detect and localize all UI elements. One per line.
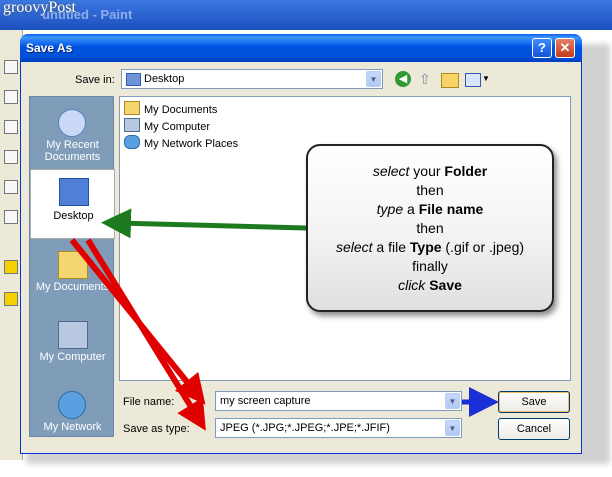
instruction-callout: select your Folder then type a File name… bbox=[306, 144, 554, 312]
callout-line: select a file Type (.gif or .jpeg) bbox=[308, 238, 552, 257]
callout-line: select your Folder bbox=[308, 162, 552, 181]
callout-bold: Type bbox=[409, 239, 442, 255]
callout-em: click bbox=[398, 277, 426, 293]
callout-em: type bbox=[376, 201, 404, 217]
callout-text: a file bbox=[372, 239, 410, 255]
callout-text: your bbox=[409, 163, 445, 179]
red-arrow-type bbox=[85, 238, 206, 431]
callout-line: finally bbox=[412, 258, 448, 274]
callout-line: then bbox=[416, 182, 444, 198]
callout-text: (.gif or .jpeg) bbox=[441, 239, 525, 255]
callout-em: select bbox=[335, 239, 373, 255]
callout-line: then bbox=[416, 220, 444, 236]
callout-em: select bbox=[372, 163, 410, 179]
callout-text: a bbox=[403, 201, 419, 217]
callout-bold: Save bbox=[429, 277, 462, 293]
callout-bold: Folder bbox=[444, 163, 488, 179]
green-arrow bbox=[101, 208, 307, 239]
callout-line: type a File name bbox=[308, 200, 552, 219]
callout-line: click Save bbox=[308, 276, 552, 295]
callout-bold: File name bbox=[418, 201, 484, 217]
